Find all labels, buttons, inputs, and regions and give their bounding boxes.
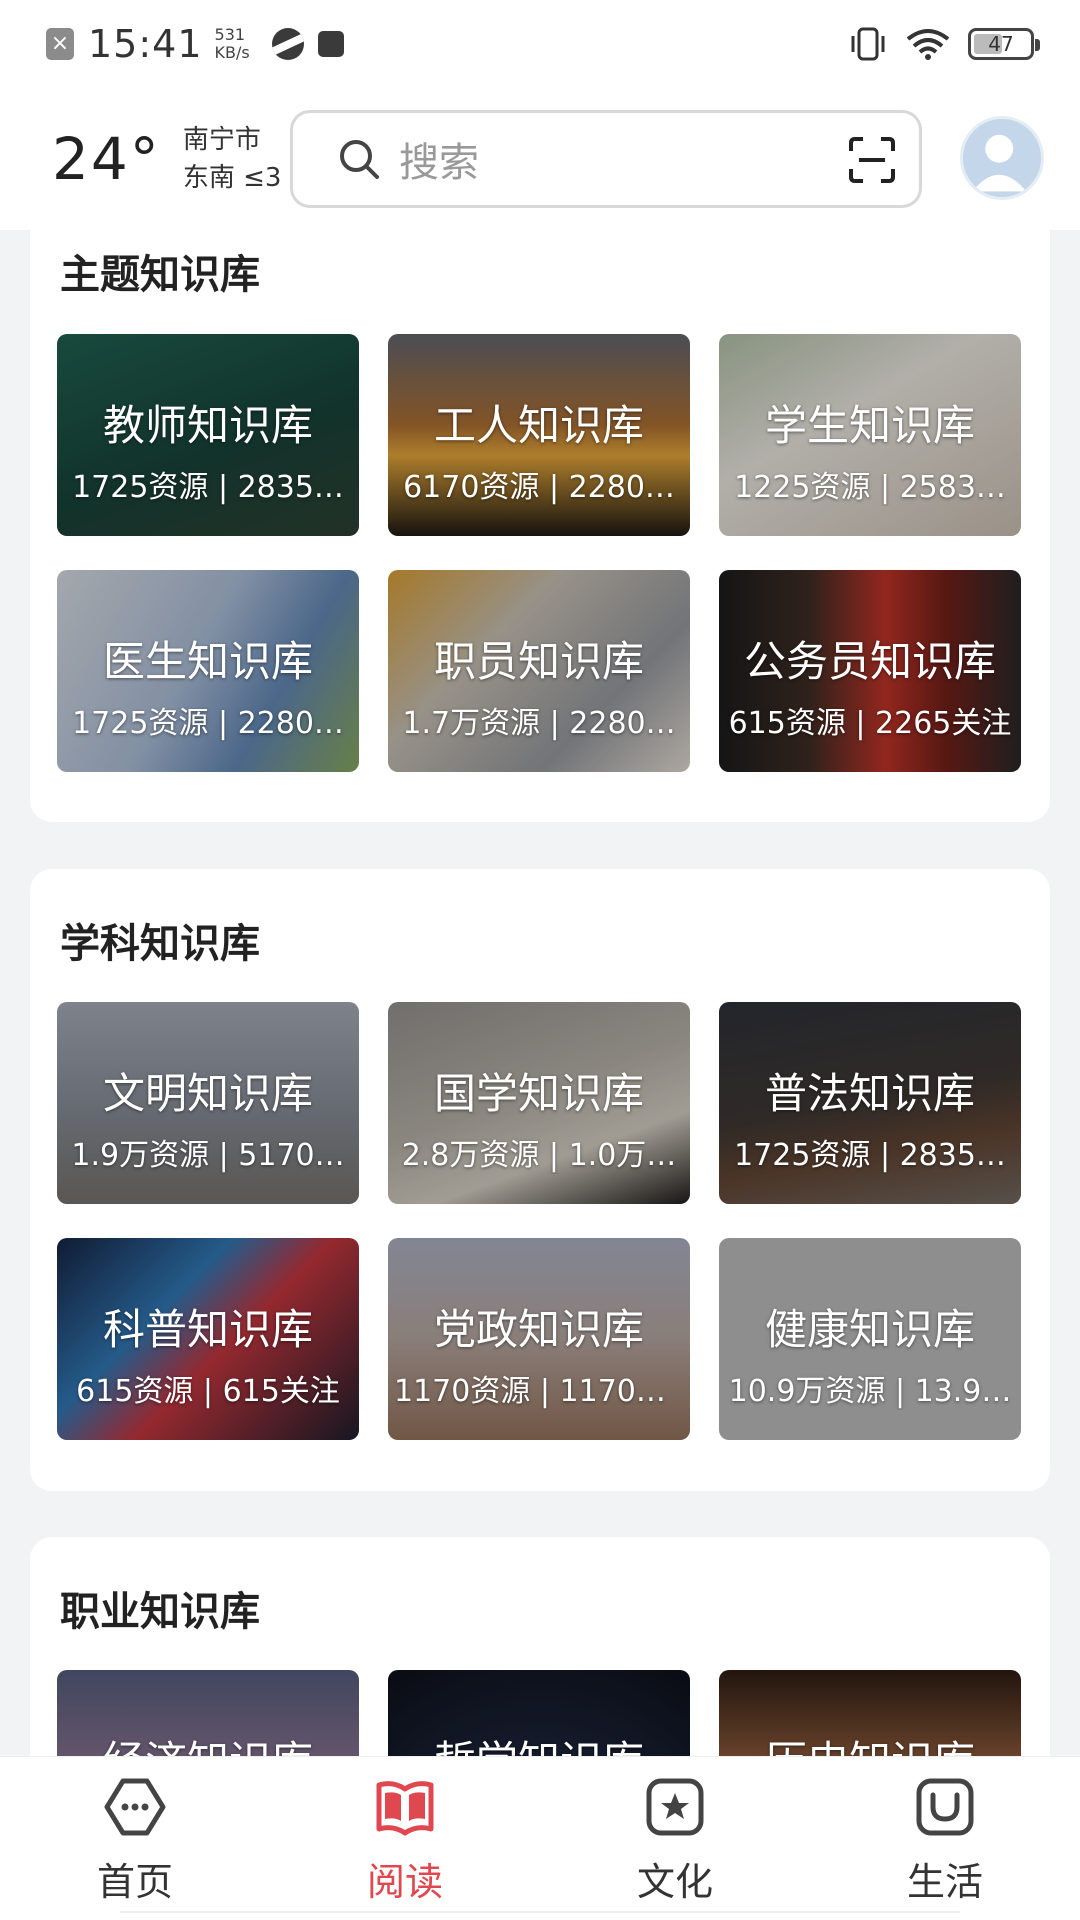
tile-stats: 1.7万资源 | 2280…	[402, 706, 676, 741]
tile-name: 文明知识库	[102, 1069, 313, 1118]
book-icon	[376, 1781, 434, 1836]
nav-label: 阅读	[366, 1860, 443, 1904]
bottom-divider	[120, 1911, 960, 1920]
nav-reading[interactable]: 阅读	[305, 1757, 505, 1920]
smile-bag-icon	[916, 1778, 974, 1836]
nav-life[interactable]: 生活	[845, 1757, 1045, 1920]
tile-name: 职员知识库	[433, 637, 644, 686]
nav-home[interactable]: 首页	[35, 1757, 235, 1920]
weather-city: 南宁市	[182, 125, 261, 155]
nav-label: 首页	[96, 1860, 173, 1904]
scan-icon[interactable]	[847, 135, 897, 185]
library-tile-civilization[interactable]: 文明知识库 1.9万资源 | 5170…	[57, 1002, 359, 1204]
avatar-person-icon	[972, 134, 1027, 192]
library-tile-doctor[interactable]: 医生知识库 1725资源 | 2280…	[57, 570, 359, 772]
section-topic-library: 主题知识库 教师知识库 1725资源 | 2835… 工人知识库 6170资源 …	[30, 200, 1050, 822]
weather-temperature[interactable]: 24°	[52, 125, 161, 193]
home-hexagon-icon	[104, 1778, 166, 1836]
tile-stats: 10.9万资源 | 13.9…	[728, 1374, 1012, 1409]
tile-name: 国学知识库	[433, 1069, 644, 1118]
library-tile-science[interactable]: 科普知识库 615资源 | 615关注	[57, 1238, 359, 1440]
network-speed-unit: KB/s	[214, 43, 250, 62]
search-input[interactable]: 搜索	[290, 110, 922, 208]
tile-name: 普法知识库	[764, 1069, 975, 1118]
section-title: 主题知识库	[60, 252, 260, 298]
status-bar: × 15:41 531 KB/s 47	[0, 0, 1080, 88]
tile-stats: 1725资源 | 2835…	[734, 1138, 1006, 1173]
status-right: 47	[848, 26, 1040, 62]
tile-name: 工人知识库	[433, 401, 644, 450]
tile-stats: 1725资源 | 2280…	[72, 706, 344, 741]
library-tile-law[interactable]: 普法知识库 1725资源 | 2835…	[719, 1002, 1021, 1204]
library-tile-student[interactable]: 学生知识库 1225资源 | 2583…	[719, 334, 1021, 536]
tile-name: 教师知识库	[102, 401, 313, 450]
status-time: 15:41	[88, 22, 203, 66]
network-speed: 531 KB/s	[215, 26, 250, 62]
battery-level: 47	[988, 32, 1014, 56]
nav-label: 生活	[906, 1860, 983, 1904]
nav-culture[interactable]: 文化	[575, 1757, 775, 1920]
weather-wind: 东南 ≤3	[182, 163, 282, 193]
library-tile-party-politics[interactable]: 党政知识库 1170资源 | 1170关注	[388, 1238, 690, 1440]
tile-name: 科普知识库	[102, 1305, 313, 1354]
bottom-navigation: 首页 阅读 文化 生活	[0, 1756, 1080, 1920]
tile-stats: 615资源 | 2265关注	[728, 706, 1012, 741]
tile-name: 医生知识库	[102, 637, 313, 686]
notification-close-icon: ×	[46, 28, 74, 60]
battery-icon: 47	[968, 28, 1040, 60]
planet-app-icon	[271, 28, 304, 60]
wifi-icon	[906, 29, 950, 60]
tile-stats: 1225资源 | 2583…	[734, 470, 1006, 505]
tile-name: 党政知识库	[433, 1305, 644, 1354]
tile-stats: 1170资源 | 1170关注	[394, 1374, 684, 1409]
user-avatar[interactable]	[960, 116, 1044, 200]
library-tile-employee[interactable]: 职员知识库 1.7万资源 | 2280…	[388, 570, 690, 772]
section-subject-library: 学科知识库 文明知识库 1.9万资源 | 5170… 国学知识库 2.8万资源 …	[30, 869, 1050, 1491]
tile-name: 学生知识库	[764, 401, 975, 450]
weather-info[interactable]: 南宁市 东南 ≤3	[183, 121, 282, 197]
library-tile-worker[interactable]: 工人知识库 6170资源 | 2280…	[388, 334, 690, 536]
section-title: 职业知识库	[60, 1589, 260, 1635]
tile-stats: 615资源 | 615关注	[76, 1374, 340, 1409]
vibrate-icon	[851, 27, 885, 61]
tile-stats: 1.9万资源 | 5170…	[71, 1138, 345, 1173]
library-tile-health[interactable]: 健康知识库 10.9万资源 | 13.9…	[719, 1238, 1021, 1440]
library-tile-civil-servant[interactable]: 公务员知识库 615资源 | 2265关注	[719, 570, 1021, 772]
app-notification-icon	[317, 31, 344, 57]
library-tile-teacher[interactable]: 教师知识库 1725资源 | 2835…	[57, 334, 359, 536]
star-badge-icon	[646, 1778, 704, 1836]
tile-stats: 6170资源 | 2280…	[403, 470, 675, 505]
tile-stats: 2.8万资源 | 1.0万…	[401, 1138, 677, 1173]
tile-name: 公务员知识库	[743, 637, 996, 686]
search-placeholder: 搜索	[399, 140, 479, 186]
tile-name: 健康知识库	[764, 1305, 975, 1354]
section-title: 学科知识库	[60, 921, 260, 967]
library-tile-sinology[interactable]: 国学知识库 2.8万资源 | 1.0万…	[388, 1002, 690, 1204]
tile-stats: 1725资源 | 2835…	[72, 470, 344, 505]
nav-label: 文化	[636, 1860, 713, 1904]
search-icon	[340, 140, 379, 179]
network-speed-value: 531	[214, 25, 246, 44]
top-header: 24° 南宁市 东南 ≤3 搜索	[0, 88, 1080, 230]
